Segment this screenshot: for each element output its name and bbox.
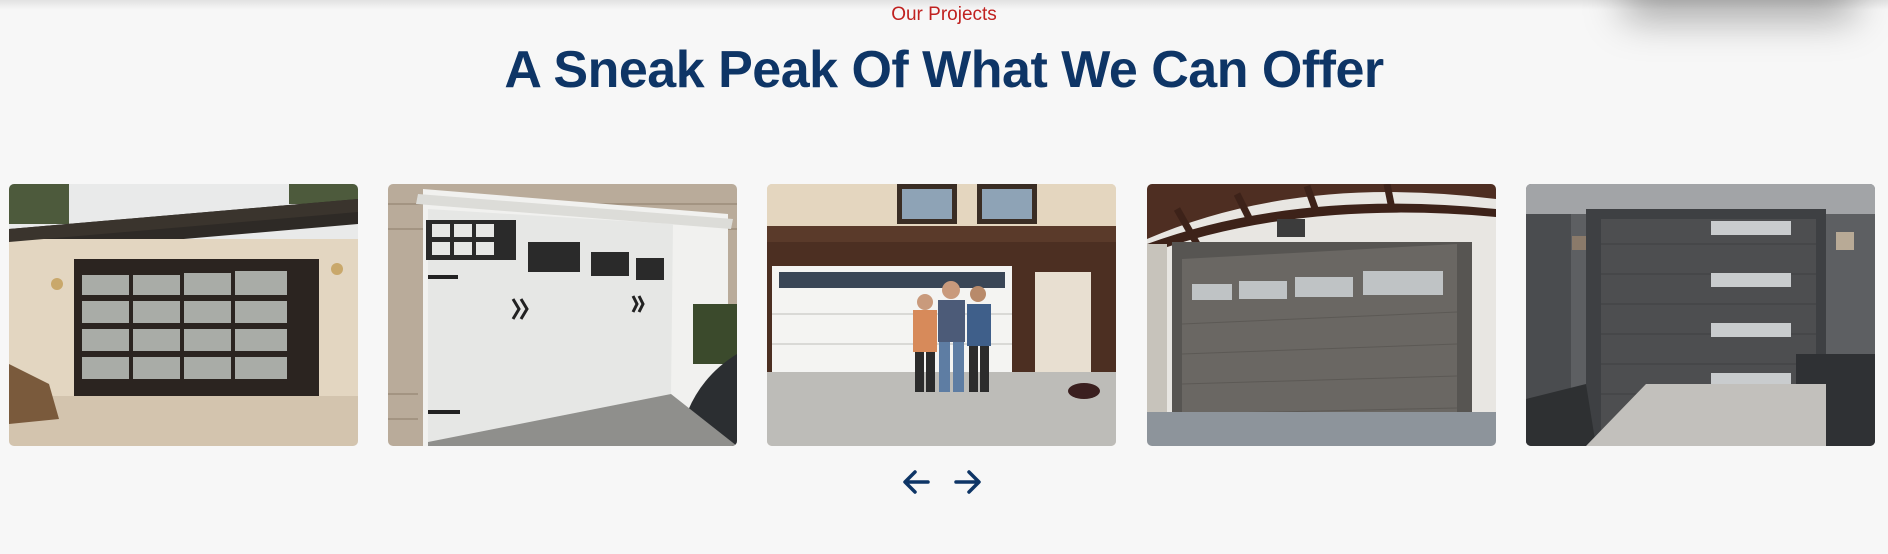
carousel-next-button[interactable]	[948, 462, 988, 502]
section-title: A Sneak Peak Of What We Can Offer	[504, 41, 1384, 99]
project-image-1[interactable]	[9, 184, 358, 446]
project-image-4[interactable]	[1147, 184, 1496, 446]
project-image-3[interactable]	[767, 184, 1116, 446]
project-image-2[interactable]	[388, 184, 737, 446]
section-eyebrow: Our Projects	[891, 4, 997, 25]
carousel-prev-button[interactable]	[896, 462, 936, 502]
project-image-5[interactable]	[1526, 184, 1875, 446]
arrow-right-icon	[954, 470, 981, 494]
arrow-left-icon	[903, 470, 930, 494]
